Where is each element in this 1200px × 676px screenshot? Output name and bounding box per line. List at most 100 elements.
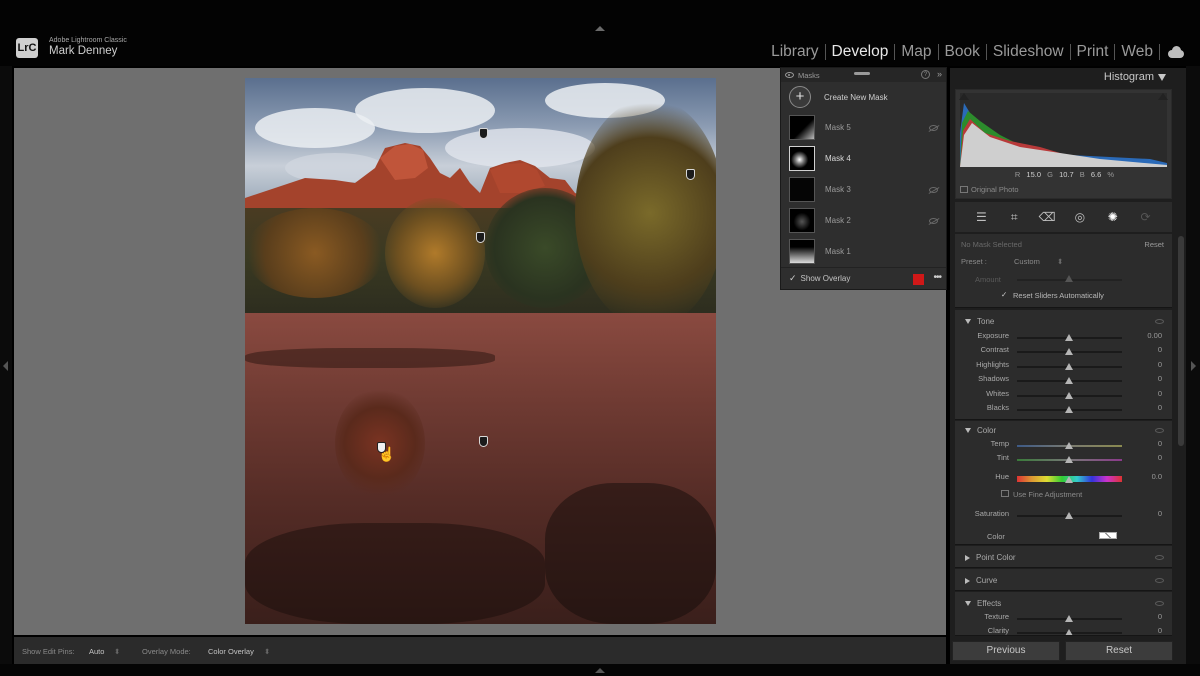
- slider-value[interactable]: 0: [1158, 612, 1162, 621]
- original-photo-toggle[interactable]: Original Photo: [960, 185, 1019, 194]
- slider-value[interactable]: 0.00: [1147, 331, 1162, 340]
- module-slideshow[interactable]: Slideshow: [987, 43, 1070, 61]
- histogram-graph[interactable]: [960, 93, 1167, 167]
- collapsed-triangle-icon[interactable]: [965, 554, 970, 561]
- crop-icon[interactable]: ⌗: [1005, 210, 1023, 225]
- create-new-mask-label[interactable]: Create New Mask: [824, 93, 888, 102]
- slider-thumb[interactable]: [1065, 512, 1073, 519]
- ai-icon[interactable]: ⟳: [1137, 210, 1155, 224]
- point-color-title[interactable]: Point Color: [976, 553, 1016, 562]
- slider-saturation[interactable]: Saturation 0: [955, 509, 1172, 523]
- help-icon[interactable]: ?: [921, 70, 930, 79]
- show-overlay-row[interactable]: ✓ Show Overlay •••: [781, 267, 946, 289]
- slider-thumb[interactable]: [1065, 456, 1073, 463]
- right-panel-toggle-icon[interactable]: [1191, 361, 1196, 371]
- slider-hue[interactable]: Hue 0.0: [955, 472, 1172, 486]
- slider-thumb[interactable]: [1065, 629, 1073, 635]
- hidden-eye-icon[interactable]: [929, 218, 938, 224]
- eye-icon[interactable]: [1155, 555, 1164, 560]
- fine-adjust-label[interactable]: Use Fine Adjustment: [1013, 490, 1082, 499]
- slider-thumb[interactable]: [1065, 377, 1073, 384]
- slider-value[interactable]: 0: [1158, 345, 1162, 354]
- checkmark-icon[interactable]: ✓: [789, 273, 797, 284]
- module-map[interactable]: Map: [895, 43, 937, 61]
- slider-blacks[interactable]: Blacks 0: [955, 403, 1172, 417]
- more-options-icon[interactable]: •••: [933, 272, 941, 283]
- tone-header[interactable]: Tone: [965, 317, 994, 326]
- panel-menu-triangle-icon[interactable]: [1158, 74, 1166, 81]
- photo-preview[interactable]: ☝: [245, 78, 716, 624]
- mask-pin[interactable]: [479, 436, 488, 447]
- checkmark-icon[interactable]: ✓: [1001, 290, 1007, 299]
- hidden-eye-icon[interactable]: [929, 187, 938, 193]
- slider-thumb[interactable]: [1065, 348, 1073, 355]
- expand-triangle-icon[interactable]: [965, 601, 971, 607]
- mask-item[interactable]: Mask 1: [781, 236, 946, 267]
- reset-sliders-label[interactable]: Reset Sliders Automatically: [1013, 291, 1104, 300]
- mask-pin[interactable]: [479, 128, 488, 139]
- show-overlay-label[interactable]: Show Overlay: [801, 274, 851, 283]
- collapsed-triangle-icon[interactable]: [965, 577, 970, 584]
- slider-value[interactable]: 0.0: [1152, 472, 1162, 481]
- slider-thumb[interactable]: [1065, 476, 1073, 483]
- slider-texture[interactable]: Texture 0: [955, 612, 1172, 626]
- masks-panel-header[interactable]: Masks ? »: [781, 68, 946, 82]
- dropdown-arrow-icon[interactable]: ⬍: [1057, 257, 1063, 266]
- slider-temp[interactable]: Temp 0: [955, 439, 1172, 453]
- expand-triangle-icon[interactable]: [965, 428, 971, 434]
- eye-icon[interactable]: [1155, 578, 1164, 583]
- slider-shadows[interactable]: Shadows 0: [955, 374, 1172, 388]
- histogram-title[interactable]: Histogram: [1104, 71, 1154, 83]
- dropdown-arrow-icon[interactable]: ⬍: [264, 647, 270, 656]
- previous-button[interactable]: Previous: [952, 641, 1060, 661]
- slider-tint[interactable]: Tint 0: [955, 453, 1172, 467]
- module-develop[interactable]: Develop: [826, 43, 895, 61]
- slider-value[interactable]: 0: [1158, 374, 1162, 383]
- mask-item[interactable]: Mask 2: [781, 205, 946, 236]
- collapse-panel-icon[interactable]: »: [937, 69, 942, 79]
- mask-pin[interactable]: [476, 232, 485, 243]
- module-web[interactable]: Web: [1115, 43, 1159, 61]
- cloud-sync-icon[interactable]: [1166, 46, 1186, 58]
- slider-value[interactable]: 0: [1158, 403, 1162, 412]
- curve-title[interactable]: Curve: [976, 576, 997, 585]
- curve-header[interactable]: Curve: [965, 576, 997, 585]
- effects-header[interactable]: Effects: [965, 599, 1001, 608]
- color-header[interactable]: Color: [965, 426, 996, 435]
- slider-value[interactable]: 0: [1158, 439, 1162, 448]
- mask-thumbnail[interactable]: [789, 177, 815, 202]
- slider-value[interactable]: 0: [1158, 389, 1162, 398]
- slider-value[interactable]: 0: [1158, 509, 1162, 518]
- mask-thumbnail[interactable]: [789, 208, 815, 233]
- preset-dropdown[interactable]: Custom: [1014, 257, 1040, 266]
- mask-pin[interactable]: [686, 169, 695, 180]
- hidden-eye-icon[interactable]: [929, 125, 938, 131]
- original-photo-label[interactable]: Original Photo: [971, 185, 1019, 194]
- highlight-clipping-icon[interactable]: [1158, 93, 1168, 100]
- slider-highlights[interactable]: Highlights 0: [955, 360, 1172, 374]
- point-color-header[interactable]: Point Color: [965, 553, 1016, 562]
- tone-title[interactable]: Tone: [977, 317, 994, 326]
- mask-item[interactable]: Mask 3: [781, 174, 946, 205]
- filmstrip-toggle-icon[interactable]: [595, 668, 605, 673]
- mask-thumbnail[interactable]: [789, 239, 815, 264]
- mask-reset-link[interactable]: Reset: [1144, 240, 1164, 249]
- slider-value[interactable]: 0: [1158, 453, 1162, 462]
- eye-icon[interactable]: [1155, 428, 1164, 433]
- reset-button[interactable]: Reset: [1065, 641, 1173, 661]
- fine-adjust-checkbox[interactable]: [1001, 490, 1009, 497]
- create-new-mask-row[interactable]: + Create New Mask: [781, 82, 946, 112]
- color-title[interactable]: Color: [977, 426, 996, 435]
- eye-icon[interactable]: [785, 72, 794, 78]
- slider-contrast[interactable]: Contrast 0: [955, 345, 1172, 359]
- curve-section[interactable]: Curve: [955, 569, 1172, 591]
- slider-thumb[interactable]: [1065, 442, 1073, 449]
- mask-item[interactable]: Mask 5: [781, 112, 946, 143]
- slider-thumb[interactable]: [1065, 406, 1073, 413]
- left-panel-toggle-icon[interactable]: [3, 361, 8, 371]
- masking-icon[interactable]: ✺: [1104, 210, 1122, 224]
- eye-icon[interactable]: [1155, 319, 1164, 324]
- mask-thumbnail[interactable]: [789, 115, 815, 140]
- slider-thumb[interactable]: [1065, 615, 1073, 622]
- red-eye-icon[interactable]: ◎: [1071, 210, 1089, 224]
